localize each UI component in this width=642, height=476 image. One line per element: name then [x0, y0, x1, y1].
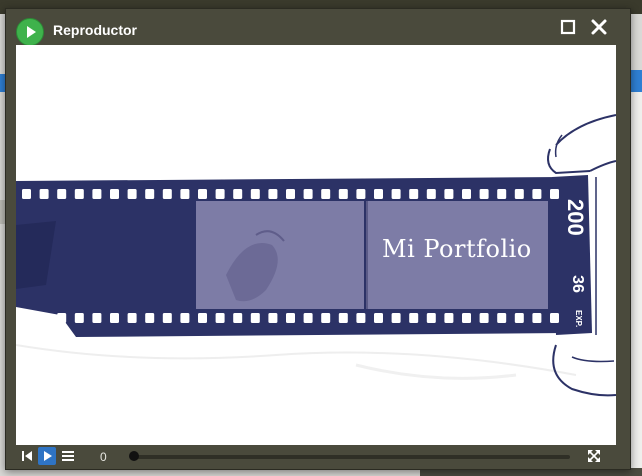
film-exposures-label: 36	[569, 275, 586, 293]
maximize-icon	[560, 19, 576, 35]
playlist-button[interactable]	[59, 447, 77, 465]
video-overlay-text: Mi Portfolio	[382, 235, 532, 263]
window-title: Reproductor	[53, 22, 137, 38]
play-icon	[44, 451, 52, 461]
play-button[interactable]	[38, 447, 56, 465]
title-bar[interactable]: Reproductor	[6, 9, 630, 46]
playlist-icon	[62, 451, 74, 461]
seek-thumb[interactable]	[129, 451, 139, 461]
seek-bar[interactable]	[130, 455, 570, 459]
background-app-panel	[630, 92, 642, 476]
close-icon	[591, 19, 607, 35]
play-circle-icon	[16, 18, 44, 46]
film-speed-label: 200	[563, 199, 588, 236]
maximize-button[interactable]	[558, 17, 578, 37]
video-display[interactable]: Mi Portfolio 200 36 EXP.	[16, 45, 616, 445]
previous-button[interactable]	[18, 447, 36, 465]
skip-back-icon	[22, 451, 32, 461]
fullscreen-button[interactable]	[585, 447, 603, 465]
time-display: 0	[100, 450, 107, 464]
player-controls: 0	[6, 445, 630, 469]
film-exp-label: EXP.	[574, 310, 583, 328]
fullscreen-icon	[588, 450, 600, 462]
player-window: Reproductor Mi Portfolio 200 36 EXP. 0	[5, 8, 631, 470]
close-button[interactable]	[589, 17, 609, 37]
